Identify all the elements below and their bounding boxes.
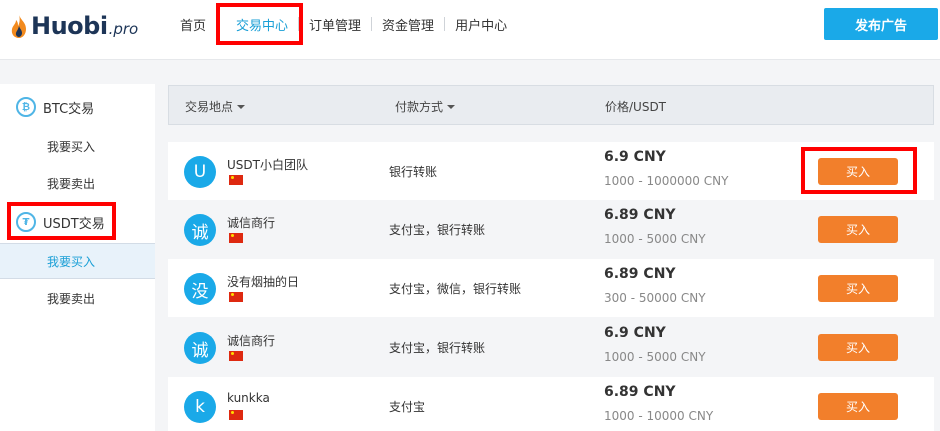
- avatar[interactable]: 没: [184, 273, 216, 305]
- china-flag-icon: [229, 351, 243, 361]
- main-nav: 首页 交易中心 订单管理 资金管理 用户中心: [170, 0, 517, 48]
- merchant-name[interactable]: kunkka: [227, 391, 270, 405]
- nav-home-label: 首页: [180, 18, 207, 34]
- sidebar-item-btc-sell[interactable]: 我要卖出: [0, 165, 155, 201]
- nav-funds-label: 资金管理: [382, 18, 435, 34]
- payment-method: 支付宝，银行转账: [389, 340, 486, 355]
- sidebar-item-usdt-buy[interactable]: 我要买入: [0, 243, 155, 279]
- sidebar-item-label: 我要买入: [47, 139, 96, 154]
- nav-home[interactable]: 首页: [170, 0, 216, 48]
- nav-funds[interactable]: 资金管理: [372, 0, 444, 48]
- logo-text: Huobi: [31, 12, 108, 40]
- limit-range: 1000 - 5000 CNY: [604, 232, 706, 246]
- column-location-label: 交易地点: [185, 99, 234, 114]
- nav-user-center[interactable]: 用户中心: [445, 0, 517, 48]
- price: 6.89 CNY: [604, 266, 676, 282]
- table-row: 诚 诚信商行 支付宝，银行转账 6.9 CNY 1000 - 5000 CNY …: [168, 318, 934, 376]
- table-row: 诚 诚信商行 支付宝，银行转账 6.89 CNY 1000 - 5000 CNY…: [168, 200, 934, 258]
- buy-button[interactable]: 买入: [818, 158, 898, 185]
- sidebar-group-usdt[interactable]: ₮ USDT交易: [0, 204, 155, 240]
- column-payment[interactable]: 付款方式: [395, 86, 456, 126]
- payment-method: 支付宝，微信，银行转账: [389, 281, 522, 296]
- bitcoin-icon: ₿: [16, 97, 36, 117]
- limit-range: 1000 - 10000 CNY: [604, 409, 714, 423]
- payment-method: 银行转账: [389, 164, 438, 179]
- avatar[interactable]: 诚: [184, 214, 216, 246]
- china-flag-icon: [229, 410, 243, 420]
- merchant-name[interactable]: USDT小白团队: [227, 156, 308, 173]
- nav-orders[interactable]: 订单管理: [299, 0, 371, 48]
- table-row: U USDT小白团队 银行转账 6.9 CNY 1000 - 1000000 C…: [168, 142, 934, 200]
- buy-button[interactable]: 买入: [818, 216, 898, 243]
- merchant-name[interactable]: 诚信商行: [227, 332, 275, 349]
- caret-down-icon: [237, 105, 246, 109]
- sidebar-item-usdt-sell[interactable]: 我要卖出: [0, 280, 155, 316]
- flame-logo-icon: [11, 14, 26, 38]
- nav-trading-center-label: 交易中心: [236, 18, 289, 34]
- column-payment-label: 付款方式: [395, 99, 444, 114]
- tether-icon: ₮: [16, 212, 36, 232]
- sidebar: ₿ BTC交易 我要买入 我要卖出 ₮ USDT交易 我要买入 我要卖出: [0, 84, 155, 431]
- buy-button[interactable]: 买入: [818, 393, 898, 420]
- sidebar-item-label: 我要买入: [47, 254, 96, 269]
- limit-range: 300 - 50000 CNY: [604, 291, 706, 305]
- table-row: 没 没有烟抽的日 支付宝，微信，银行转账 6.89 CNY 300 - 5000…: [168, 259, 934, 317]
- column-price: 价格/USDT: [605, 86, 666, 126]
- merchant-name[interactable]: 没有烟抽的日: [227, 273, 299, 290]
- price: 6.9 CNY: [604, 325, 666, 341]
- sidebar-group-btc-label: BTC交易: [43, 101, 95, 117]
- table-header: 交易地点 付款方式 价格/USDT: [168, 85, 934, 125]
- payment-method: 支付宝，银行转账: [389, 222, 486, 237]
- price: 6.89 CNY: [604, 384, 676, 400]
- limit-range: 1000 - 5000 CNY: [604, 350, 706, 364]
- column-price-label: 价格/USDT: [605, 99, 667, 114]
- sidebar-group-btc[interactable]: ₿ BTC交易: [0, 89, 155, 125]
- sidebar-item-label: 我要卖出: [47, 291, 96, 306]
- table-row: k kunkka 支付宝 6.89 CNY 1000 - 10000 CNY 买…: [168, 377, 934, 431]
- sidebar-group-usdt-label: USDT交易: [43, 216, 105, 232]
- china-flag-icon: [229, 292, 243, 302]
- nav-orders-label: 订单管理: [309, 18, 362, 34]
- avatar[interactable]: 诚: [184, 332, 216, 364]
- limit-range: 1000 - 1000000 CNY: [604, 174, 729, 188]
- logo[interactable]: Huobi .pro: [10, 12, 138, 40]
- china-flag-icon: [229, 233, 243, 243]
- price: 6.9 CNY: [604, 149, 666, 165]
- buy-button[interactable]: 买入: [818, 275, 898, 302]
- nav-trading-center[interactable]: 交易中心: [226, 0, 298, 48]
- price: 6.89 CNY: [604, 207, 676, 223]
- nav-user-center-label: 用户中心: [455, 18, 508, 34]
- sidebar-item-label: 我要卖出: [47, 176, 96, 191]
- caret-down-icon: [447, 105, 456, 109]
- column-location[interactable]: 交易地点: [185, 86, 246, 126]
- top-header: Huobi .pro 首页 交易中心 订单管理 资金管理 用户中心 发布广告: [0, 0, 940, 60]
- sidebar-item-btc-buy[interactable]: 我要买入: [0, 128, 155, 164]
- merchant-name[interactable]: 诚信商行: [227, 214, 275, 231]
- payment-method: 支付宝: [389, 399, 426, 414]
- avatar[interactable]: U: [184, 156, 216, 188]
- publish-ad-button[interactable]: 发布广告: [824, 8, 938, 40]
- logo-suffix: .pro: [108, 20, 139, 38]
- china-flag-icon: [229, 175, 243, 185]
- avatar[interactable]: k: [184, 391, 216, 423]
- buy-button[interactable]: 买入: [818, 334, 898, 361]
